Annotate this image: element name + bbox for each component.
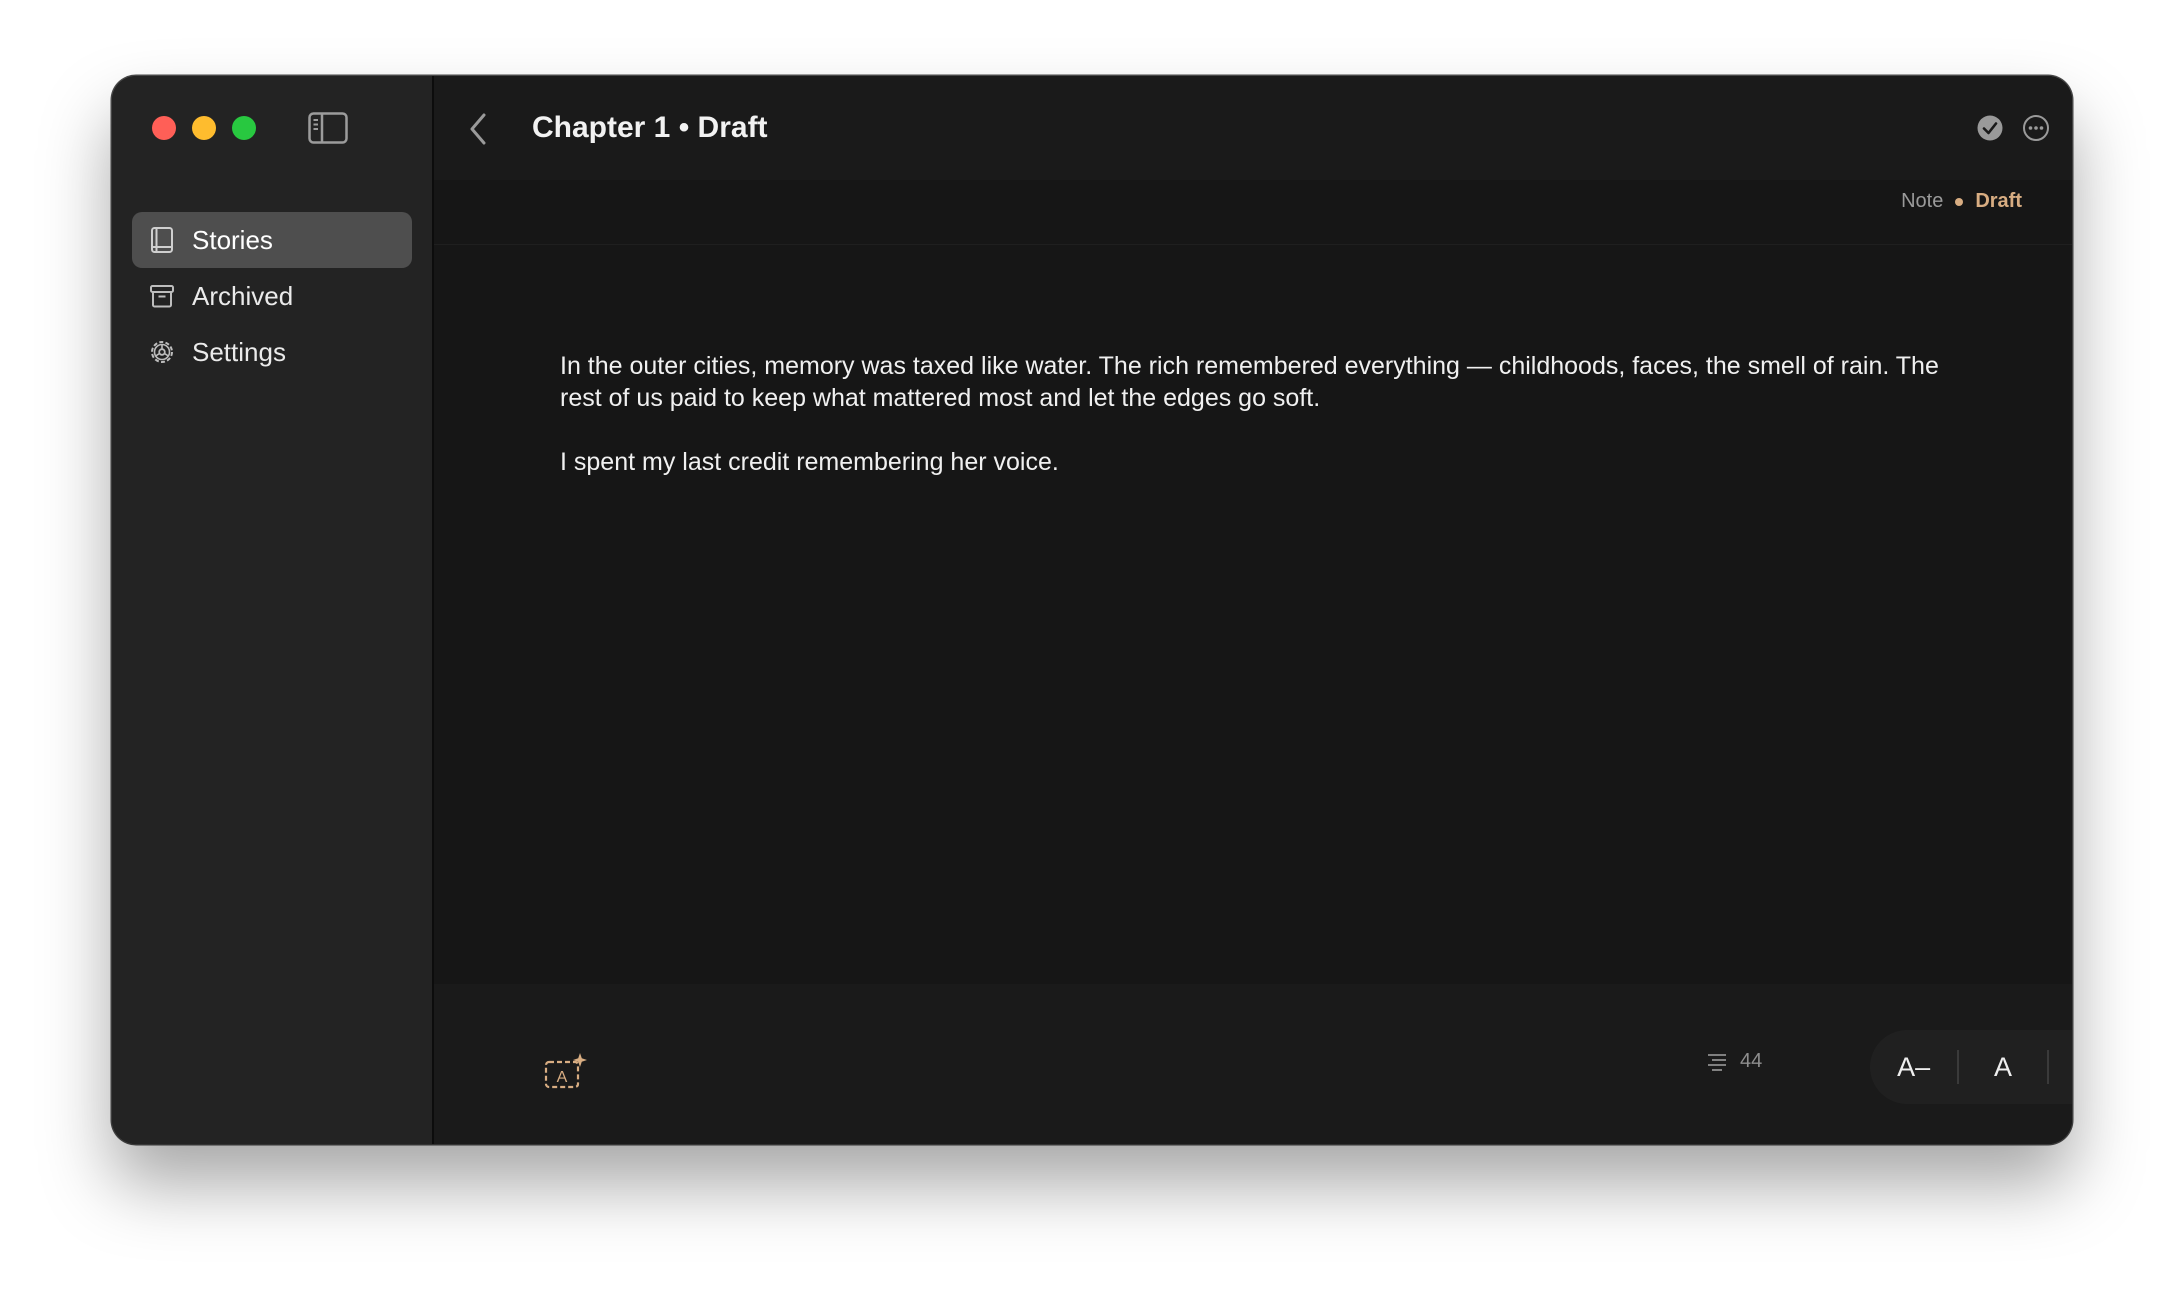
more-options-icon[interactable] [2022, 114, 2050, 142]
document-status-bar: Note Draft [434, 180, 2072, 245]
checkmark-circle-icon[interactable] [1976, 114, 2004, 142]
status-badge: Note Draft [1901, 190, 2022, 213]
sidebar: Stories Archived Settings [112, 76, 434, 1144]
maximize-window-button[interactable] [232, 116, 256, 140]
paragraph[interactable]: I spent my last credit remembering her v… [560, 446, 1940, 478]
document-title: Chapter 1 • Draft [532, 111, 768, 144]
editor-pane: Chapter 1 • Draft Note Draft In the oute… [434, 76, 2072, 1144]
sidebar-item-settings[interactable]: Settings [132, 324, 412, 380]
sidebar-item-label: Stories [192, 224, 273, 255]
sidebar-item-stories[interactable]: Stories [132, 212, 412, 268]
sidebar-item-archived[interactable]: Archived [132, 268, 412, 324]
sidebar-nav: Stories Archived Settings [132, 212, 412, 380]
text-lines-icon [1706, 1051, 1728, 1073]
word-count: 44 [1706, 1050, 1762, 1073]
minimize-window-button[interactable] [192, 116, 216, 140]
paragraph[interactable]: In the outer cities, memory was taxed li… [560, 350, 1940, 414]
font-size-controls: A– A A+ [1870, 1030, 2072, 1104]
document-type-label: Note [1901, 190, 1944, 212]
sidebar-item-label: Archived [192, 280, 294, 311]
sidebar-toggle-icon[interactable] [308, 112, 348, 144]
archive-box-icon [148, 282, 176, 310]
sidebar-item-label: Settings [192, 336, 286, 367]
reset-font-button[interactable]: A [1959, 1030, 2046, 1104]
status-dot [1955, 197, 1964, 206]
editor-footer: A 44 A– A [434, 984, 2072, 1144]
book-icon [148, 226, 176, 254]
word-count-value: 44 [1740, 1050, 1763, 1072]
app-window: Stories Archived Settings Chapter 1 • Dr… [112, 76, 2072, 1144]
toolbar: Chapter 1 • Draft [434, 76, 2072, 180]
svg-text:A: A [557, 1069, 568, 1086]
decrease-font-button[interactable]: A– [1870, 1030, 1957, 1104]
increase-font-button[interactable]: A+ [2049, 1030, 2072, 1104]
document-body[interactable]: In the outer cities, memory was taxed li… [560, 350, 1940, 510]
document-state-label: Draft [1975, 190, 2022, 212]
gear-icon [148, 338, 176, 366]
ai-text-sparkle-icon[interactable]: A [544, 1052, 588, 1090]
back-chevron-icon[interactable] [464, 110, 494, 148]
close-window-button[interactable] [152, 116, 176, 140]
